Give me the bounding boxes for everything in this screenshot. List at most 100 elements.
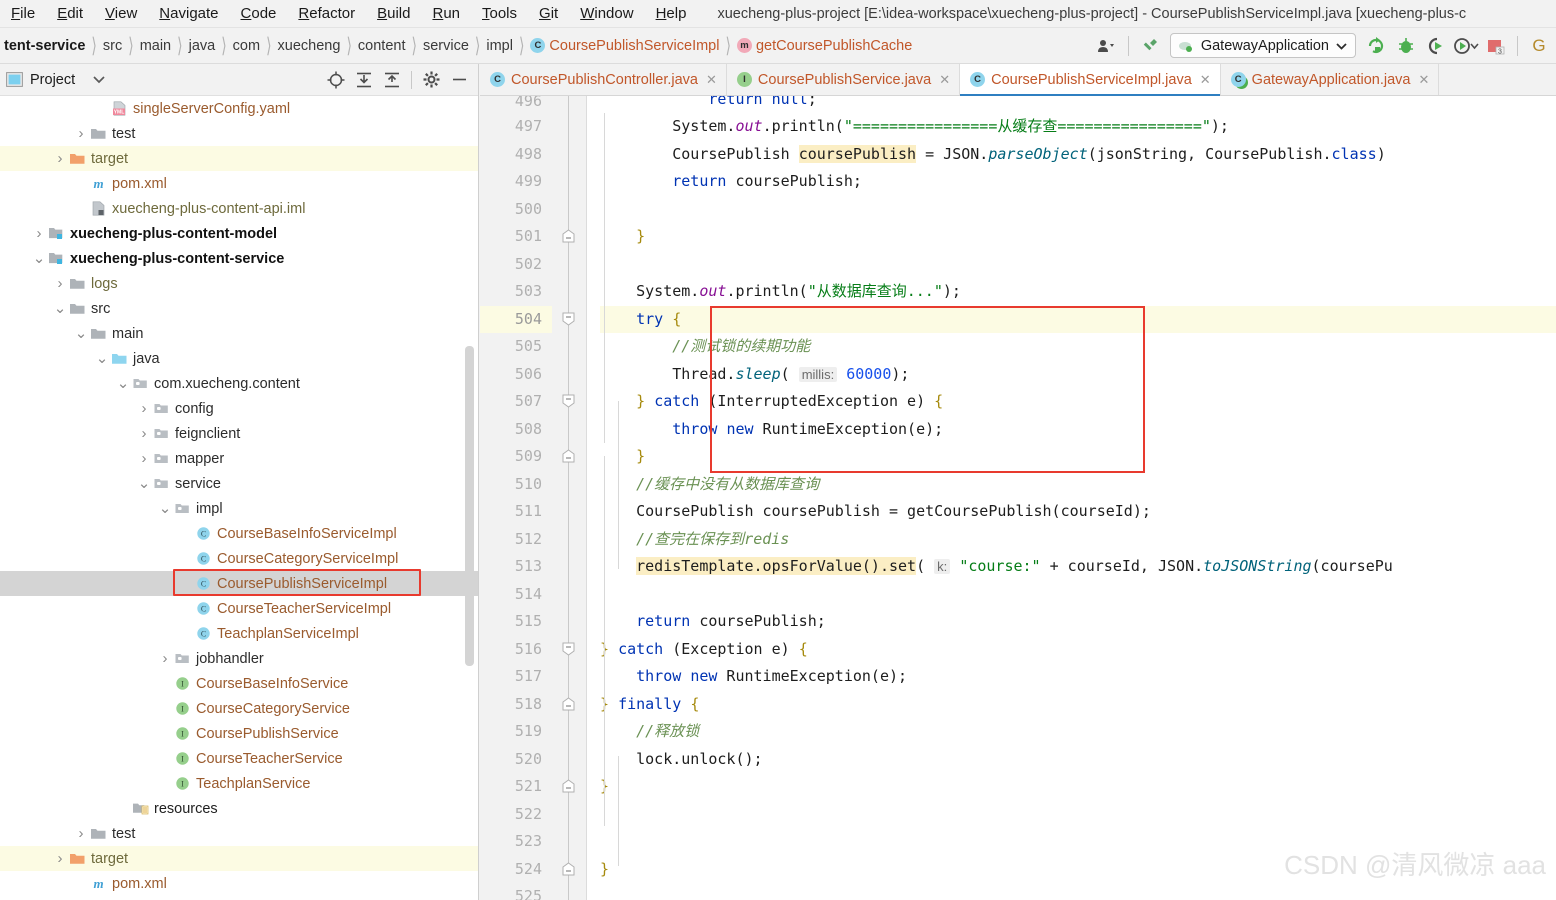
chevron-down-icon[interactable]: ⌄ xyxy=(31,251,47,267)
code-line[interactable]: } xyxy=(600,773,1556,801)
menu-tools[interactable]: Tools xyxy=(471,2,528,26)
tree-item-xuecheng-plus-content-model[interactable]: › xuecheng-plus-content-model xyxy=(0,221,478,246)
tree-item-mapper[interactable]: › mapper xyxy=(0,446,478,471)
breadcrumb-item-content[interactable]: content xyxy=(354,37,410,55)
tree-item-coursebaseinfoserviceimpl[interactable]: C CourseBaseInfoServiceImpl xyxy=(0,521,478,546)
chevron-right-icon[interactable]: › xyxy=(73,825,89,842)
close-icon[interactable]: ✕ xyxy=(939,72,950,88)
menu-build[interactable]: Build xyxy=(366,2,421,26)
fold-end-icon[interactable] xyxy=(562,229,575,243)
run-with-coverage-button[interactable] xyxy=(1421,32,1451,60)
code-line[interactable]: //缓存中没有从数据库查询 xyxy=(600,471,1556,499)
menu-view[interactable]: View xyxy=(94,2,148,26)
menu-window[interactable]: Window xyxy=(569,2,644,26)
chevron-down-icon[interactable]: ⌄ xyxy=(115,376,131,392)
code-line[interactable]: //查完在保存到redis xyxy=(600,526,1556,554)
profile-button[interactable] xyxy=(1451,32,1481,60)
code-line[interactable]: } xyxy=(600,443,1556,471)
scroll-from-source-icon[interactable] xyxy=(323,68,349,92)
chevron-right-icon[interactable]: › xyxy=(73,125,89,142)
code-line[interactable]: lock.unlock(); xyxy=(600,746,1556,774)
code-line[interactable]: System.out.println("从数据库查询..."); xyxy=(600,278,1556,306)
code-line[interactable]: //测试锁的续期功能 xyxy=(600,333,1556,361)
code-editor[interactable]: 496 497 498 499 500 501 502 503 504 505 506 507 508 5… xyxy=(480,96,1556,900)
fold-start-icon[interactable] xyxy=(562,394,575,408)
code-folding-gutter[interactable] xyxy=(552,96,586,900)
close-icon[interactable]: ✕ xyxy=(1200,72,1211,88)
project-tree-scrollbar[interactable] xyxy=(465,346,474,666)
menu-code[interactable]: Code xyxy=(230,2,288,26)
tree-item-coursepublishserviceimpl[interactable]: C CoursePublishServiceImpl xyxy=(0,571,478,596)
code-line[interactable]: throw new RuntimeException(e); xyxy=(600,663,1556,691)
tree-item-feignclient[interactable]: › feignclient xyxy=(0,421,478,446)
tree-item-src[interactable]: ⌄ src xyxy=(0,296,478,321)
menu-navigate[interactable]: Navigate xyxy=(148,2,229,26)
search-everywhere-button[interactable]: G xyxy=(1524,32,1554,60)
chevron-down-icon[interactable]: ⌄ xyxy=(157,501,173,517)
tree-item-impl[interactable]: ⌄ impl xyxy=(0,496,478,521)
code-line[interactable]: //释放锁 xyxy=(600,718,1556,746)
code-line[interactable]: } catch (InterruptedException e) { xyxy=(600,388,1556,416)
tree-item-singleserverconfig-yaml[interactable]: YML singleServerConfig.yaml xyxy=(0,96,478,121)
code-line[interactable] xyxy=(600,581,1556,609)
code-line[interactable]: } xyxy=(600,223,1556,251)
project-tree[interactable]: YML singleServerConfig.yaml › test › target m p… xyxy=(0,96,478,900)
tree-item-resources[interactable]: resources xyxy=(0,796,478,821)
tree-item-coursecategoryserviceimpl[interactable]: C CourseCategoryServiceImpl xyxy=(0,546,478,571)
code-line[interactable]: System.out.println("================从缓存查… xyxy=(600,113,1556,141)
code-line[interactable] xyxy=(600,883,1556,900)
tree-item-jobhandler[interactable]: › jobhandler xyxy=(0,646,478,671)
chevron-right-icon[interactable]: › xyxy=(157,650,173,667)
code-content[interactable]: return null; System.out.println("=======… xyxy=(586,96,1556,900)
tree-item-service[interactable]: ⌄ service xyxy=(0,471,478,496)
code-line[interactable] xyxy=(600,801,1556,829)
menu-file[interactable]: File xyxy=(0,2,46,26)
code-line[interactable]: CoursePublish coursePublish = getCourseP… xyxy=(600,498,1556,526)
chevron-down-icon[interactable] xyxy=(93,75,105,84)
menu-git[interactable]: Git xyxy=(528,2,569,26)
expand-all-icon[interactable] xyxy=(351,68,377,92)
menu-help[interactable]: Help xyxy=(645,2,698,26)
code-line[interactable]: CoursePublish coursePublish = JSON.parse… xyxy=(600,141,1556,169)
tree-item-target[interactable]: › target xyxy=(0,846,478,871)
rerun-button[interactable] xyxy=(1361,32,1391,60)
debug-button[interactable] xyxy=(1391,32,1421,60)
breadcrumb-item-class[interactable]: C CoursePublishServiceImpl xyxy=(526,37,723,55)
menu-edit[interactable]: Edit xyxy=(46,2,94,26)
fold-start-icon[interactable] xyxy=(562,642,575,656)
gear-icon[interactable] xyxy=(418,68,444,92)
fold-end-icon[interactable] xyxy=(562,861,575,876)
chevron-right-icon[interactable]: › xyxy=(52,850,68,867)
run-configuration-selector[interactable]: GatewayApplication xyxy=(1169,33,1356,58)
tree-item-pom-xml[interactable]: m pom.xml xyxy=(0,871,478,896)
tree-item-courseteacherserviceimpl[interactable]: C CourseTeacherServiceImpl xyxy=(0,596,478,621)
fold-end-icon[interactable] xyxy=(562,449,575,463)
code-line[interactable]: return null; xyxy=(600,96,1556,113)
chevron-down-icon[interactable]: ⌄ xyxy=(73,326,89,342)
breadcrumb-item-service[interactable]: service xyxy=(419,37,473,55)
build-project-button[interactable] xyxy=(1135,32,1165,60)
editor-tab-coursepublishcontroller-java[interactable]: C CoursePublishController.java ✕ xyxy=(480,64,727,95)
tree-item-coursepublishservice[interactable]: I CoursePublishService xyxy=(0,721,478,746)
stop-button[interactable]: 3 xyxy=(1481,32,1511,60)
code-line[interactable]: throw new RuntimeException(e); xyxy=(600,416,1556,444)
code-line[interactable] xyxy=(600,196,1556,224)
tree-item-pom-xml[interactable]: m pom.xml xyxy=(0,171,478,196)
chevron-right-icon[interactable]: › xyxy=(52,150,68,167)
chevron-right-icon[interactable]: › xyxy=(136,450,152,467)
tree-item-courseteacherservice[interactable]: I CourseTeacherService xyxy=(0,746,478,771)
user-settings-button[interactable] xyxy=(1092,32,1122,60)
breadcrumb-item-method[interactable]: m getCoursePublishCache xyxy=(733,37,916,55)
tree-item-teachplanservice[interactable]: I TeachplanService xyxy=(0,771,478,796)
breadcrumb-item-src[interactable]: src xyxy=(99,37,126,55)
chevron-right-icon[interactable]: › xyxy=(136,425,152,442)
chevron-right-icon[interactable]: › xyxy=(136,400,152,417)
close-icon[interactable]: ✕ xyxy=(706,72,717,88)
code-line[interactable]: try { xyxy=(600,305,1556,333)
code-line[interactable]: return coursePublish; xyxy=(600,168,1556,196)
breadcrumb-item-main[interactable]: main xyxy=(136,37,175,55)
code-line[interactable]: } finally { xyxy=(600,691,1556,719)
code-line[interactable]: Thread.sleep( millis: 60000); xyxy=(600,361,1556,389)
breadcrumb-item-java[interactable]: java xyxy=(185,37,220,55)
tree-item-main[interactable]: ⌄ main xyxy=(0,321,478,346)
